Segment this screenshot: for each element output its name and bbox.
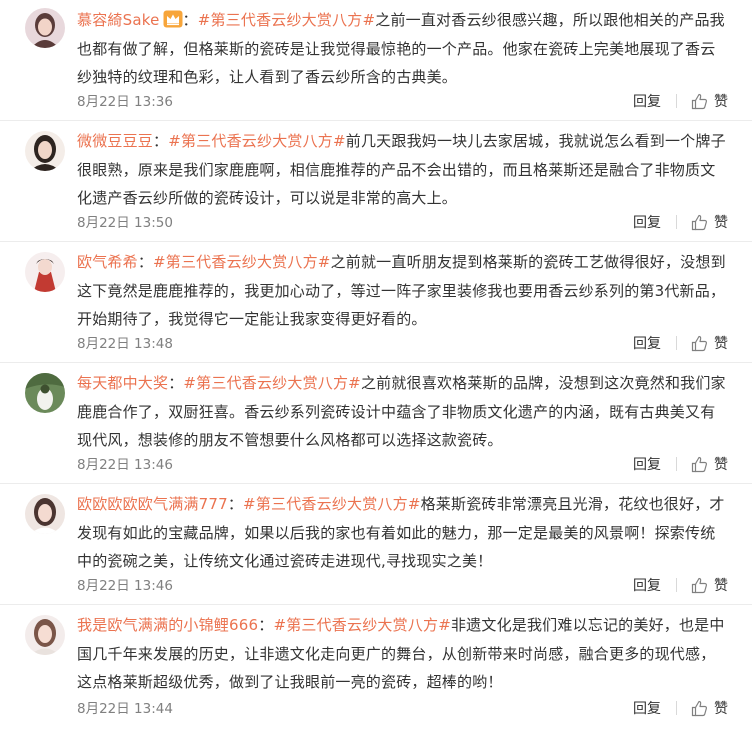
avatar-image — [25, 131, 65, 171]
comment-item: 慕容綺Sake ：#第三代香云纱大赏八方#之前一直对香云纱很感兴趣，所以跟他相关的… — [0, 0, 752, 121]
colon: ： — [182, 11, 198, 29]
reply-button[interactable]: 回复 — [633, 575, 661, 595]
topic-tag[interactable]: #第三代香云纱大赏八方# — [198, 11, 376, 29]
avatar-image — [25, 615, 65, 655]
avatar-image — [25, 252, 65, 292]
action-divider — [676, 457, 677, 471]
topic-tag[interactable]: #第三代香云纱大赏八方# — [153, 253, 331, 271]
like-label: 赞 — [714, 94, 728, 110]
comment-text: 欧气希希：#第三代香云纱大赏八方#之前就一直听朋友提到格莱斯的瓷砖工艺做得很好，… — [77, 248, 727, 334]
thumbs-up-icon — [691, 214, 708, 230]
avatar-image — [25, 8, 65, 48]
like-button[interactable]: 赞 — [691, 575, 728, 595]
thumbs-up-icon — [691, 456, 708, 472]
comment-actions: 回复 赞 — [633, 91, 728, 111]
colon: ： — [153, 132, 169, 150]
colon: ： — [227, 495, 244, 513]
topic-tag[interactable]: #第三代香云纱大赏八方# — [183, 374, 361, 392]
reply-button[interactable]: 回复 — [633, 212, 661, 232]
action-divider — [676, 578, 677, 592]
reply-button[interactable]: 回复 — [633, 698, 661, 718]
comment-username[interactable]: 慕容綺Sake — [77, 11, 160, 29]
comment-time: 8月22日 13:46 — [77, 578, 173, 594]
comment-actions: 回复 赞 — [633, 454, 728, 474]
comment-item: 每天都中大奖：#第三代香云纱大赏八方#之前就很喜欢格莱斯的品牌，没想到这次竟然和… — [0, 363, 752, 484]
colon: ： — [168, 374, 184, 392]
comment-time: 8月22日 13:44 — [77, 701, 173, 717]
comment-text: 我是欧气满满的小锦鲤666：#第三代香云纱大赏八方#非遗文化是我们难以忘记的美好… — [77, 611, 727, 697]
reply-button[interactable]: 回复 — [633, 91, 661, 111]
like-button[interactable]: 赞 — [691, 212, 728, 232]
thumbs-up-icon — [691, 577, 708, 593]
avatar-image — [25, 373, 65, 413]
action-divider — [676, 94, 677, 108]
like-label: 赞 — [714, 215, 728, 231]
comment-username[interactable]: 欧欧欧欧欧气满满777 — [77, 495, 228, 513]
comment-item: 我是欧气满满的小锦鲤666：#第三代香云纱大赏八方#非遗文化是我们难以忘记的美好… — [0, 605, 752, 729]
thumbs-up-icon — [691, 93, 708, 109]
avatar[interactable] — [25, 615, 65, 655]
like-button[interactable]: 赞 — [691, 91, 728, 111]
crown-badge-icon — [163, 10, 183, 28]
comment-username[interactable]: 每天都中大奖 — [77, 374, 168, 392]
comment-time: 8月22日 13:46 — [77, 457, 173, 473]
topic-tag[interactable]: #第三代香云纱大赏八方# — [273, 616, 451, 634]
like-button[interactable]: 赞 — [691, 454, 728, 474]
comment-text: 微微豆豆豆：#第三代香云纱大赏八方#前几天跟我妈一块儿去家居城，我就说怎么看到一… — [77, 127, 727, 213]
like-label: 赞 — [714, 457, 728, 473]
avatar[interactable] — [25, 131, 65, 171]
thumbs-up-icon — [691, 700, 708, 716]
like-label: 赞 — [714, 701, 728, 717]
comment-actions: 回复 赞 — [633, 575, 728, 595]
avatar[interactable] — [25, 8, 65, 48]
topic-tag[interactable]: #第三代香云纱大赏八方# — [243, 495, 421, 513]
colon: ： — [258, 616, 274, 634]
comment-username[interactable]: 我是欧气满满的小锦鲤666 — [77, 616, 258, 634]
action-divider — [676, 336, 677, 350]
like-label: 赞 — [714, 578, 728, 594]
comment-actions: 回复 赞 — [633, 212, 728, 232]
avatar[interactable] — [25, 494, 65, 534]
like-button[interactable]: 赞 — [691, 333, 728, 353]
comment-time: 8月22日 13:36 — [77, 94, 173, 110]
comment-text: 每天都中大奖：#第三代香云纱大赏八方#之前就很喜欢格莱斯的品牌，没想到这次竟然和… — [77, 369, 727, 455]
action-divider — [676, 701, 677, 715]
like-label: 赞 — [714, 336, 728, 352]
comment-username[interactable]: 欧气希希 — [77, 253, 138, 271]
comment-actions: 回复 赞 — [633, 698, 728, 718]
colon: ： — [137, 253, 154, 271]
action-divider — [676, 215, 677, 229]
reply-button[interactable]: 回复 — [633, 333, 661, 353]
comment-list: 慕容綺Sake ：#第三代香云纱大赏八方#之前一直对香云纱很感兴趣，所以跟他相关的… — [0, 0, 752, 729]
avatar[interactable] — [25, 373, 65, 413]
topic-tag[interactable]: #第三代香云纱大赏八方# — [168, 132, 346, 150]
comment-item: 微微豆豆豆：#第三代香云纱大赏八方#前几天跟我妈一块儿去家居城，我就说怎么看到一… — [0, 121, 752, 242]
reply-button[interactable]: 回复 — [633, 454, 661, 474]
comment-actions: 回复 赞 — [633, 333, 728, 353]
comment-item: 欧欧欧欧欧气满满777：#第三代香云纱大赏八方#格莱斯瓷砖非常漂亮且光滑，花纹也… — [0, 484, 752, 605]
avatar-image — [25, 494, 65, 534]
thumbs-up-icon — [691, 335, 708, 351]
comment-item: 欧气希希：#第三代香云纱大赏八方#之前就一直听朋友提到格莱斯的瓷砖工艺做得很好，… — [0, 242, 752, 363]
comment-text: 慕容綺Sake ：#第三代香云纱大赏八方#之前一直对香云纱很感兴趣，所以跟他相关的… — [77, 6, 727, 92]
comment-text: 欧欧欧欧欧气满满777：#第三代香云纱大赏八方#格莱斯瓷砖非常漂亮且光滑，花纹也… — [77, 490, 727, 576]
comment-username[interactable]: 微微豆豆豆 — [77, 132, 153, 150]
like-button[interactable]: 赞 — [691, 698, 728, 718]
avatar[interactable] — [25, 252, 65, 292]
comment-time: 8月22日 13:50 — [77, 215, 173, 231]
comment-time: 8月22日 13:48 — [77, 336, 173, 352]
